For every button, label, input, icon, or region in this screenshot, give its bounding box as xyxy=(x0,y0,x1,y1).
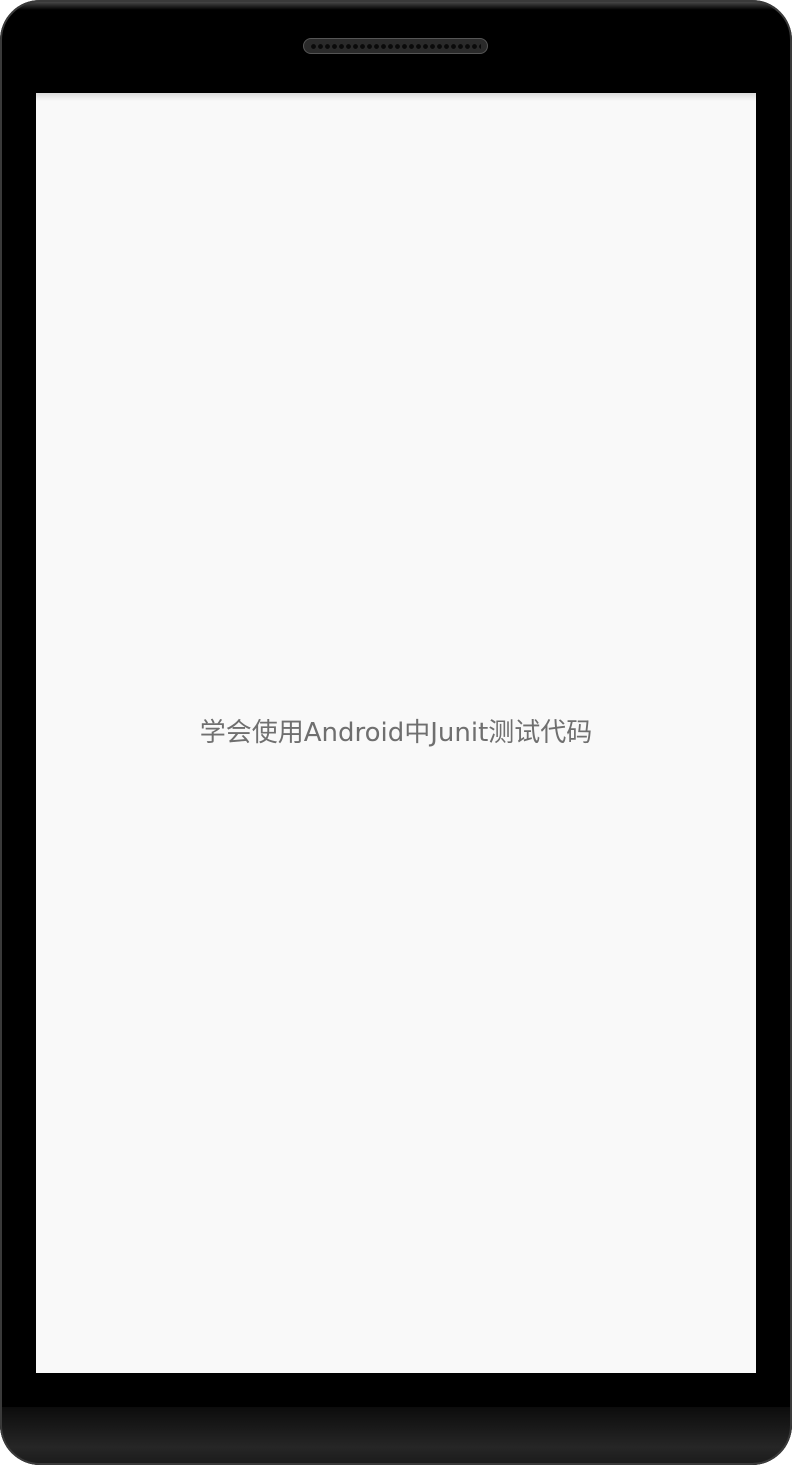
phone-frame: 学会使用Android中Junit测试代码 xyxy=(0,0,792,1465)
speaker-holes xyxy=(310,43,481,50)
top-bezel-highlight xyxy=(0,0,792,10)
bottom-bezel xyxy=(0,1407,792,1465)
app-screen: 学会使用Android中Junit测试代码 xyxy=(36,93,756,1373)
speaker-grille-icon xyxy=(303,38,488,54)
center-text-label: 学会使用Android中Junit测试代码 xyxy=(199,718,593,748)
status-shadow xyxy=(36,93,756,101)
